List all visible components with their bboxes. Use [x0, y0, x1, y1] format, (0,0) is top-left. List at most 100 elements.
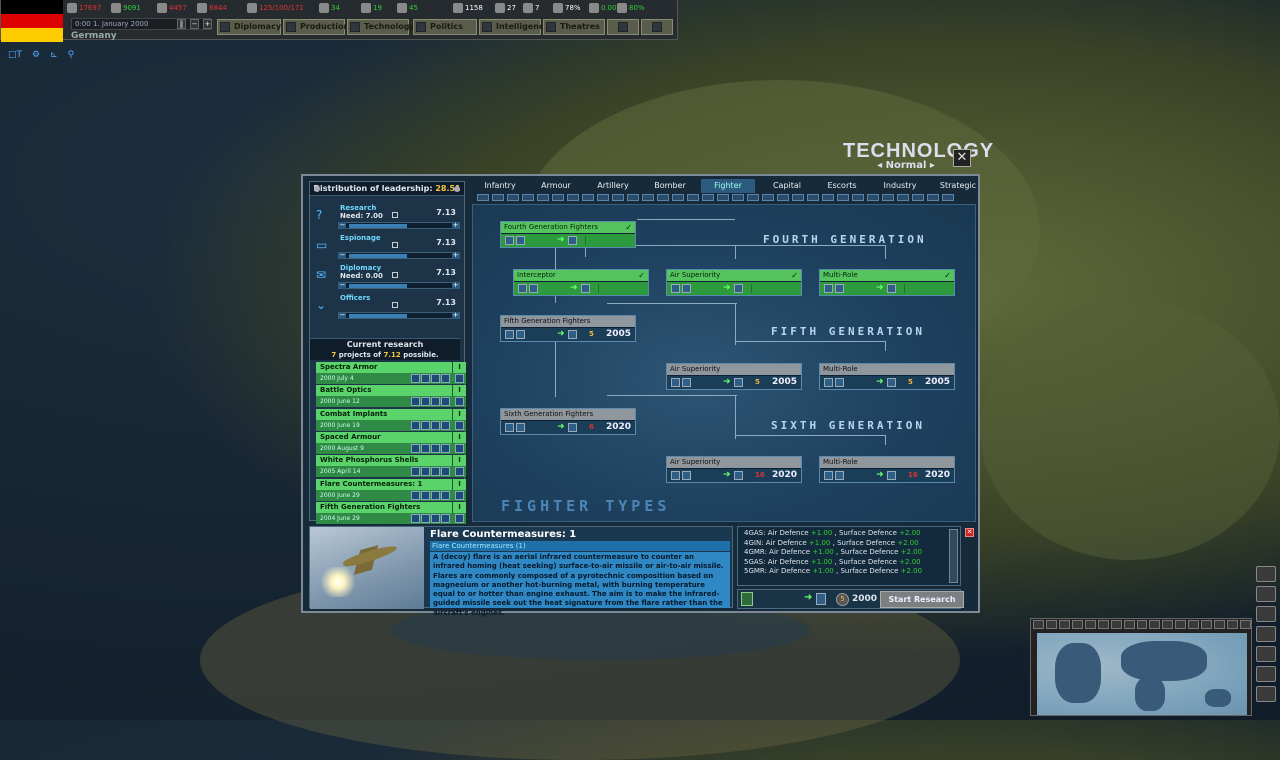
- speed-up-button[interactable]: +: [203, 19, 212, 29]
- tab-strategic[interactable]: Strategic: [931, 179, 985, 193]
- cancel-icon[interactable]: [455, 397, 464, 407]
- map-mode-icon[interactable]: [1201, 620, 1213, 629]
- move-up-icon[interactable]: [411, 490, 420, 500]
- decrease-button[interactable]: −: [339, 282, 346, 289]
- tab-bomber[interactable]: Bomber: [643, 179, 697, 193]
- filter-icon[interactable]: [912, 194, 924, 201]
- tech-node-air4[interactable]: Air Superiority ✓ ➜: [666, 269, 802, 296]
- map-mode-icon[interactable]: [1110, 620, 1122, 629]
- filter-icon[interactable]: [837, 194, 849, 201]
- cancel-icon[interactable]: [455, 420, 464, 430]
- lock-icon[interactable]: [392, 272, 398, 278]
- map-mode-icon[interactable]: [1097, 620, 1109, 629]
- nav-technology[interactable]: Technology: [347, 19, 415, 35]
- map-mode-icon[interactable]: [1162, 620, 1174, 629]
- close-button[interactable]: ✕: [953, 149, 971, 167]
- collapse-icon[interactable]: [314, 186, 320, 192]
- start-research-button[interactable]: Start Research: [880, 591, 964, 608]
- tab-escorts[interactable]: Escorts: [815, 179, 869, 193]
- effects-scrollbar[interactable]: [949, 529, 958, 583]
- cancel-icon[interactable]: [455, 513, 464, 523]
- pause-icon[interactable]: [441, 467, 450, 477]
- map-network-icon[interactable]: ⚲: [68, 50, 75, 60]
- map-filter-icon[interactable]: □T: [8, 50, 22, 60]
- pause-icon[interactable]: I: [452, 455, 466, 467]
- map-mode-icon[interactable]: [1214, 620, 1226, 629]
- tech-node-air5[interactable]: Air Superiority ➜ 5 2005: [666, 363, 802, 390]
- filter-icon[interactable]: [882, 194, 894, 201]
- filter-icon[interactable]: [627, 194, 639, 201]
- move-up-icon[interactable]: [411, 443, 420, 453]
- filter-icon[interactable]: [747, 194, 759, 201]
- move-top-icon[interactable]: [431, 467, 440, 477]
- filter-icon[interactable]: [867, 194, 879, 201]
- increase-button[interactable]: +: [452, 252, 459, 259]
- side-tool-icon[interactable]: [1256, 666, 1276, 682]
- tech-node-multi5[interactable]: Multi-Role ➜ 5 2005: [819, 363, 955, 390]
- nav-intelligence[interactable]: Intelligence: [479, 19, 549, 35]
- move-up-icon[interactable]: [411, 467, 420, 477]
- map-mode-icon[interactable]: [1033, 620, 1044, 629]
- filter-icon[interactable]: [597, 194, 609, 201]
- lock-icon[interactable]: [392, 242, 398, 248]
- research-queue-item[interactable]: Spaced Armour I 2000 August 9: [316, 431, 466, 454]
- decrease-button[interactable]: −: [339, 312, 346, 319]
- side-tool-icon[interactable]: [1256, 646, 1276, 662]
- nav-politics[interactable]: Politics: [413, 19, 477, 35]
- filter-icon[interactable]: [612, 194, 624, 201]
- map-mode-icon[interactable]: [1071, 620, 1083, 629]
- map-units-icon[interactable]: ⚙: [32, 50, 40, 60]
- nav-theatres[interactable]: Theatres: [543, 19, 605, 35]
- pause-icon[interactable]: I: [452, 362, 466, 373]
- move-down-icon[interactable]: [421, 513, 430, 523]
- map-mode-icon[interactable]: [1058, 620, 1070, 629]
- map-supply-icon[interactable]: ⊾: [50, 50, 58, 60]
- filter-icon[interactable]: [492, 194, 504, 201]
- tech-node-sixth[interactable]: Sixth Generation Fighters ➜ 6 2020: [500, 408, 636, 435]
- filter-icon[interactable]: [852, 194, 864, 201]
- nav-diplomacy[interactable]: Diplomacy: [217, 19, 281, 35]
- pause-icon[interactable]: I: [452, 501, 466, 513]
- tech-node-interceptor[interactable]: Interceptor ✓ ➜: [513, 269, 649, 296]
- filter-icon[interactable]: [942, 194, 954, 201]
- tech-node-fourth[interactable]: Fourth Generation Fighters ✓ ➜: [500, 221, 636, 248]
- research-mode-selector[interactable]: ◂ Normal ▸: [866, 160, 946, 171]
- statistics-button[interactable]: [607, 19, 639, 35]
- map-mode-icon[interactable]: [1149, 620, 1161, 629]
- filter-icon[interactable]: [687, 194, 699, 201]
- lock-icon[interactable]: [392, 212, 398, 218]
- decrease-button[interactable]: −: [339, 222, 346, 229]
- research-queue-item[interactable]: Battle Optics I 2000 June 12: [316, 385, 466, 408]
- research-queue-item[interactable]: Combat Implants I 2000 June 19: [316, 408, 466, 431]
- pause-icon[interactable]: I: [452, 408, 466, 420]
- side-tool-icon[interactable]: [1256, 566, 1276, 582]
- move-down-icon[interactable]: [421, 397, 430, 407]
- pause-icon[interactable]: I: [452, 385, 466, 397]
- pause-icon[interactable]: I: [452, 431, 466, 443]
- nav-production[interactable]: Production: [283, 19, 349, 35]
- menu-button[interactable]: [641, 19, 673, 35]
- filter-icon[interactable]: [537, 194, 549, 201]
- country-flag[interactable]: [1, 0, 63, 42]
- move-top-icon[interactable]: [431, 490, 440, 500]
- tech-node-multi6[interactable]: Multi-Role ➜ 16 2020: [819, 456, 955, 483]
- filter-icon[interactable]: [477, 194, 489, 201]
- increase-button[interactable]: +: [452, 282, 459, 289]
- research-queue-item[interactable]: White Phosphorus Shells I 2005 April 14: [316, 455, 466, 478]
- cancel-icon[interactable]: [455, 374, 464, 383]
- research-queue-item[interactable]: Spectra Armor I 2000 July 4: [316, 362, 466, 384]
- map-mode-icon[interactable]: [1240, 620, 1251, 629]
- filter-icon[interactable]: [507, 194, 519, 201]
- research-queue-item[interactable]: Flare Countermeasures: 1 I 2000 June 29: [316, 478, 466, 501]
- map-mode-icon[interactable]: [1136, 620, 1148, 629]
- filter-icon[interactable]: [777, 194, 789, 201]
- filter-icon[interactable]: [717, 194, 729, 201]
- tab-fighter[interactable]: Fighter: [701, 179, 755, 193]
- cancel-icon[interactable]: [455, 467, 464, 477]
- filter-icon[interactable]: [807, 194, 819, 201]
- decrease-button[interactable]: −: [339, 252, 346, 259]
- tab-industry[interactable]: Industry: [873, 179, 927, 193]
- side-tool-icon[interactable]: [1256, 686, 1276, 702]
- filter-icon[interactable]: [672, 194, 684, 201]
- increase-button[interactable]: +: [452, 312, 459, 319]
